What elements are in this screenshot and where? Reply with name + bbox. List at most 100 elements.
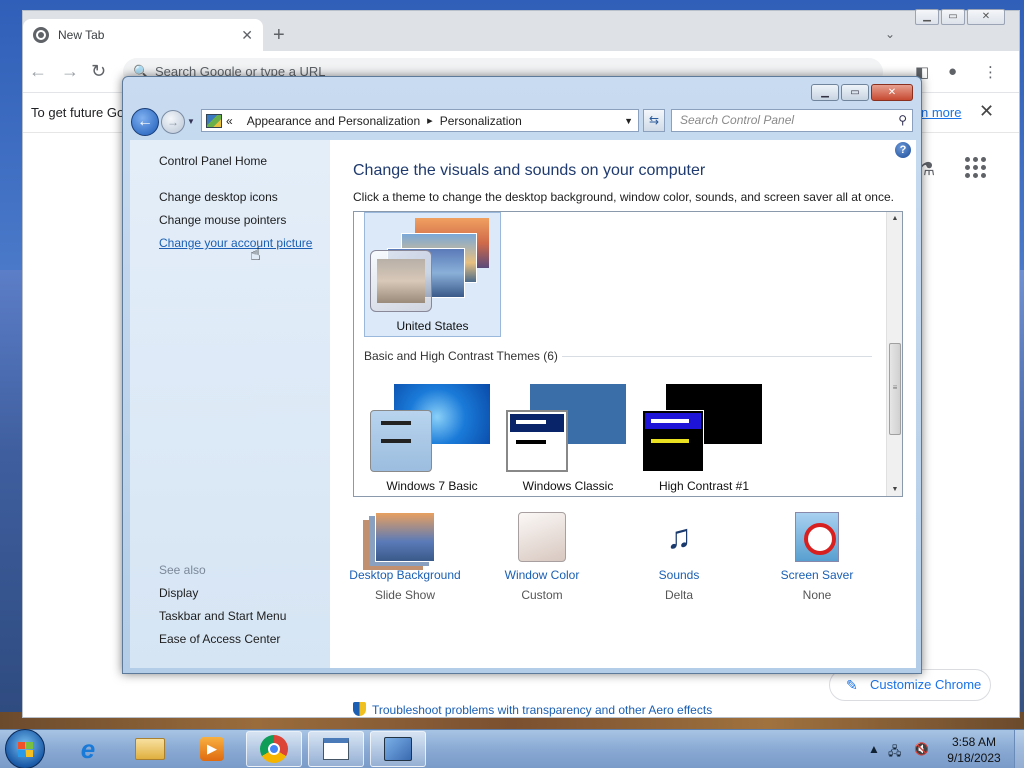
theme-windows-7-basic[interactable]: Windows 7 Basic — [364, 382, 496, 494]
clock-date: 9/18/2023 — [947, 751, 1001, 765]
theme-windows-classic[interactable]: Windows Classic — [500, 382, 632, 494]
scroll-thumb[interactable]: ≡ — [889, 343, 901, 435]
chrome-window-controls: ▁ ▭ ✕ — [915, 9, 1005, 25]
tab-new-tab[interactable]: New Tab ✕ — [23, 19, 263, 51]
desktop-background-icon — [375, 512, 435, 562]
shield-icon — [353, 702, 366, 716]
infobar-message: To get future Go — [31, 105, 125, 120]
start-button[interactable] — [5, 729, 45, 768]
window-color-button[interactable]: Window Color Custom — [472, 512, 612, 602]
scroll-up-icon[interactable]: ▲ — [887, 215, 902, 222]
forward-arrow-icon[interactable]: → — [61, 61, 79, 82]
notepad-icon — [323, 738, 349, 760]
infobar-learn-more-link[interactable]: n more — [921, 105, 961, 120]
address-bar[interactable]: « Appearance and Personalization ▸ Perso… — [201, 109, 639, 132]
internet-explorer-icon: e — [80, 733, 96, 764]
breadcrumb-overflow[interactable]: « — [226, 114, 233, 128]
taskbar-chrome[interactable] — [246, 731, 302, 767]
back-arrow-icon[interactable]: ← — [29, 61, 47, 82]
tab-close-icon[interactable]: ✕ — [241, 27, 253, 44]
new-tab-button[interactable]: + — [273, 25, 285, 45]
help-icon[interactable]: ? — [895, 142, 911, 158]
sounds-button[interactable]: ♫ Sounds Delta — [609, 512, 749, 602]
breadcrumb-appearance[interactable]: Appearance and Personalization — [247, 114, 420, 128]
change-desktop-icons-link[interactable]: Change desktop icons — [159, 190, 278, 204]
theme-window-preview — [370, 250, 432, 312]
screen-saver-title: Screen Saver — [780, 568, 854, 582]
minimize-button[interactable]: ▁ — [915, 9, 939, 25]
cp-close-button[interactable]: ✕ — [871, 84, 913, 101]
change-account-picture-link[interactable]: Change your account picture — [159, 236, 312, 250]
control-panel-window: ▁ ▭ ✕ ← → ▼ « Appearance and Personaliza… — [122, 76, 922, 717]
profile-avatar-icon[interactable]: ● — [948, 63, 957, 80]
desktop-background-title: Desktop Background — [349, 568, 461, 582]
theme-label: United States — [396, 319, 469, 333]
cp-minimize-button[interactable]: ▁ — [811, 84, 839, 101]
tab-search-chevron-icon[interactable]: ⌄ — [885, 27, 895, 41]
troubleshoot-aero-link[interactable]: Troubleshoot problems with transparency … — [353, 702, 712, 717]
theme-label: High Contrast #1 — [658, 479, 750, 493]
search-icon: ⚲ — [898, 113, 907, 127]
theme-united-states[interactable]: United States — [364, 212, 501, 337]
control-panel-home-link[interactable]: Control Panel Home — [159, 154, 267, 168]
task-pane: Control Panel Home Change desktop icons … — [130, 140, 330, 668]
network-icon[interactable]: 🖧 — [888, 742, 901, 763]
infobar-close-icon[interactable]: ✕ — [979, 101, 994, 122]
tray-show-hidden-icon[interactable]: ▲ — [868, 742, 880, 756]
theme-window-preview — [370, 410, 432, 472]
clock[interactable]: 3:58 AM 9/18/2023 — [940, 734, 1008, 766]
theme-list[interactable]: United States Basic and High Contrast Th… — [353, 211, 903, 497]
volume-muted-icon[interactable]: 🔇 — [914, 742, 929, 756]
taskbar-notepad[interactable] — [308, 731, 364, 767]
breadcrumb-personalization[interactable]: Personalization — [440, 114, 522, 128]
window-color-title: Window Color — [504, 568, 580, 582]
cp-maximize-button[interactable]: ▭ — [841, 84, 869, 101]
group-header: Basic and High Contrast Themes (6) — [364, 349, 558, 363]
reload-icon[interactable]: ↻ — [91, 61, 106, 82]
screen-saver-icon — [795, 512, 839, 562]
theme-high-contrast-1[interactable]: High Contrast #1 — [636, 382, 768, 494]
change-mouse-pointers-link[interactable]: Change mouse pointers — [159, 213, 286, 227]
theme-label: Windows Classic — [522, 479, 614, 493]
google-apps-icon[interactable] — [965, 157, 986, 178]
see-also-label: See also — [159, 563, 206, 577]
pencil-icon: ✎ — [846, 677, 858, 693]
address-dropdown-icon[interactable]: ▼ — [624, 116, 633, 126]
hand-cursor-icon: ☝ — [250, 244, 261, 264]
theme-window-preview — [642, 410, 704, 472]
page-description: Click a theme to change the desktop back… — [353, 190, 894, 204]
search-control-panel-input[interactable]: Search Control Panel ⚲ — [671, 109, 913, 132]
show-desktop-button[interactable] — [1014, 730, 1024, 768]
sounds-value: Delta — [664, 588, 693, 602]
chrome-icon — [260, 735, 288, 763]
cp-window-controls: ▁ ▭ ✕ — [811, 84, 913, 101]
customize-chrome-label: Customize Chrome — [870, 677, 982, 692]
display-link[interactable]: Display — [159, 586, 198, 600]
breadcrumb-separator[interactable]: ▸ — [427, 114, 433, 127]
taskbar-media-player[interactable]: ▶ — [184, 731, 240, 767]
scroll-down-icon[interactable]: ▼ — [887, 486, 902, 493]
theme-window-preview — [506, 410, 568, 472]
media-player-icon: ▶ — [200, 737, 224, 761]
taskbar-internet-explorer[interactable]: e — [60, 731, 116, 767]
screen-saver-value: None — [802, 588, 832, 602]
tab-title: New Tab — [58, 28, 105, 42]
ease-of-access-link[interactable]: Ease of Access Center — [159, 632, 280, 646]
taskbar-file-explorer[interactable] — [122, 731, 178, 767]
recent-pages-dropdown-icon[interactable]: ▼ — [187, 117, 195, 126]
control-panel-icon — [206, 113, 222, 128]
forward-button[interactable]: → — [161, 110, 185, 134]
taskbar-start-menu-link[interactable]: Taskbar and Start Menu — [159, 609, 286, 623]
screen-saver-button[interactable]: Screen Saver None — [747, 512, 887, 602]
clock-time: 3:58 AM — [951, 735, 997, 749]
taskbar-control-panel[interactable] — [370, 731, 426, 767]
theme-list-scrollbar[interactable]: ▲ ≡ ▼ — [886, 212, 902, 496]
close-button[interactable]: ✕ — [967, 9, 1005, 25]
group-divider — [562, 356, 872, 357]
refresh-button[interactable]: ⇆ — [643, 109, 665, 132]
maximize-button[interactable]: ▭ — [941, 9, 965, 25]
desktop-background-button[interactable]: Desktop Background Slide Show — [335, 512, 475, 602]
back-button[interactable]: ← — [131, 108, 159, 136]
menu-kebab-icon[interactable]: ⋮ — [983, 63, 998, 81]
troubleshoot-label: Troubleshoot problems with transparency … — [372, 703, 713, 717]
